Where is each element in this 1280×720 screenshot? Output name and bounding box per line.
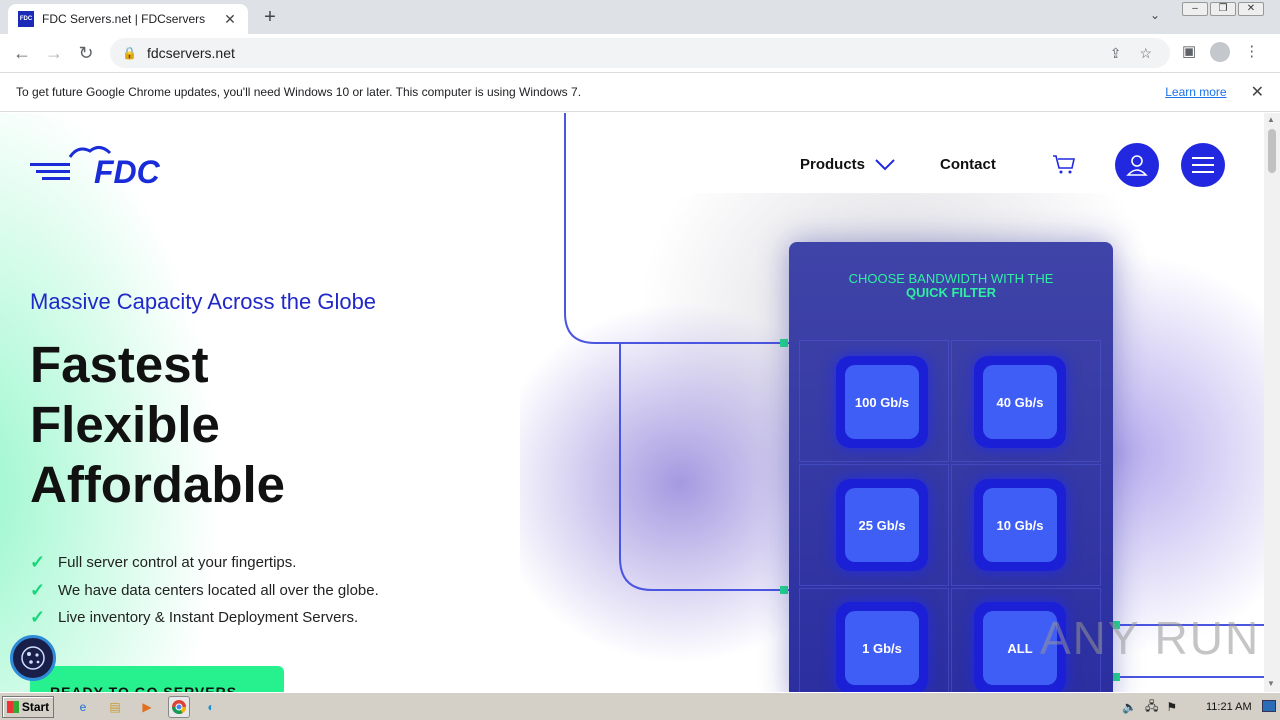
panel-title-line2: QUICK FILTER [905, 285, 997, 300]
anyrun-watermark: ANY RUN [1040, 612, 1261, 664]
panel-title: CHOOSE BANDWIDTH WITH THE QUICK FILTER [789, 272, 1113, 300]
fdc-favicon-icon: FDC [18, 11, 34, 27]
hamburger-menu-icon [1192, 157, 1214, 173]
tab-title: FDC Servers.net | FDCservers [42, 12, 206, 26]
tab-close-icon[interactable]: ✕ [222, 11, 238, 28]
feature-text: Live inventory & Instant Deployment Serv… [58, 609, 359, 627]
headline-line: Fastest [30, 336, 209, 393]
side-panel-icon[interactable]: ▣ [1182, 42, 1196, 62]
bandwidth-option-40[interactable]: 40 Gb/s [974, 356, 1066, 448]
feature-list: ✓ Full server control at your fingertips.… [30, 549, 379, 632]
tab-search-chevron-icon[interactable]: ⌄ [1150, 8, 1160, 22]
internet-explorer-icon[interactable]: e [72, 696, 94, 718]
media-player-icon[interactable]: ▶ [136, 696, 158, 718]
cart-icon[interactable] [1052, 153, 1076, 175]
feature-text: Full server control at your fingertips. [58, 554, 297, 572]
bandwidth-option-1[interactable]: 1 Gb/s [836, 602, 928, 692]
address-bar[interactable]: 🔒 fdcservers.net ⇪ ☆ [110, 38, 1170, 68]
taskbar-apps: e ▤ ▶ ◐ [72, 695, 222, 718]
system-tray: 🔈 🖧 ⚑ [1122, 696, 1177, 718]
windows-taskbar: Start e ▤ ▶ ◐ 🔈 🖧 ⚑ 11:21 AM [0, 692, 1280, 720]
cookie-icon [21, 646, 45, 670]
toolbar-right: ▣ ⋮ [1182, 42, 1259, 62]
start-label: Start [21, 699, 50, 714]
account-button[interactable] [1115, 143, 1159, 187]
file-explorer-icon[interactable]: ▤ [104, 696, 126, 718]
close-window-button[interactable]: ✕ [1238, 2, 1264, 16]
bandwidth-label: 10 Gb/s [983, 488, 1057, 562]
share-icon[interactable]: ⇪ [1110, 45, 1122, 62]
bandwidth-option-25[interactable]: 25 Gb/s [836, 479, 928, 571]
chrome-icon[interactable] [168, 695, 190, 718]
bandwidth-label: 100 Gb/s [845, 365, 919, 439]
chrome-menu-icon[interactable]: ⋮ [1244, 42, 1259, 62]
learn-more-link[interactable]: Learn more [1165, 85, 1226, 99]
url-text: fdcservers.net [146, 45, 235, 61]
nav-products-label: Products [800, 156, 866, 173]
volume-icon[interactable]: 🔈 [1122, 700, 1137, 714]
action-center-flag-icon[interactable]: ⚑ [1166, 700, 1177, 714]
user-icon [1126, 155, 1148, 176]
checkmark-icon: ✓ [30, 579, 46, 600]
restore-window-button[interactable]: ❐ [1210, 2, 1236, 16]
reload-icon[interactable]: ↻ [70, 43, 102, 64]
nav-contact[interactable]: Contact [940, 156, 996, 173]
feature-text: We have data centers located all over th… [58, 581, 379, 599]
browser-tab[interactable]: FDC FDC Servers.net | FDCservers ✕ [8, 4, 248, 34]
clock[interactable]: 11:21 AM [1206, 701, 1252, 713]
hero-tagline: Massive Capacity Across the Globe [30, 289, 377, 314]
window-controls: – ❐ ✕ [1180, 2, 1264, 18]
new-tab-button[interactable]: + [258, 6, 282, 29]
nav-products[interactable]: Products [800, 156, 895, 173]
browser-toolbar: ← → ↻ 🔒 fdcservers.net ⇪ ☆ ▣ ⋮ [0, 34, 1280, 72]
svg-text:FDC: FDC [94, 154, 161, 187]
bookmark-star-icon[interactable]: ☆ [1139, 45, 1152, 62]
ready-to-go-servers-button[interactable]: READY TO GO SERVERS [30, 666, 284, 692]
menu-button[interactable] [1181, 143, 1225, 187]
network-icon[interactable]: 🖧 [1145, 697, 1158, 718]
chevron-down-icon [875, 158, 895, 170]
scroll-up-arrow-icon[interactable]: ▲ [1267, 115, 1275, 124]
back-arrow-icon[interactable]: ← [6, 43, 38, 64]
headline-line: Affordable [30, 456, 285, 513]
headline-line: Flexible [30, 396, 220, 453]
fdc-logo[interactable]: FDC [30, 143, 170, 187]
tab-strip: FDC FDC Servers.net | FDCservers ✕ + ⌄ –… [0, 0, 1280, 34]
checkmark-icon: ✓ [30, 607, 46, 628]
scroll-thumb[interactable] [1268, 129, 1276, 173]
cookie-settings-button[interactable] [10, 635, 56, 681]
list-item: ✓ Live inventory & Instant Deployment Ser… [30, 604, 379, 632]
list-item: ✓ Full server control at your fingertips. [30, 549, 379, 577]
list-item: ✓ We have data centers located all over t… [30, 577, 379, 605]
lock-icon[interactable]: 🔒 [122, 46, 137, 60]
checkmark-icon: ✓ [30, 552, 46, 573]
chrome-logo [172, 699, 186, 714]
start-button[interactable]: Start [2, 695, 54, 718]
update-infobar: To get future Google Chrome updates, you… [0, 72, 1280, 112]
bandwidth-label: 40 Gb/s [983, 365, 1057, 439]
forward-arrow-icon[interactable]: → [38, 43, 70, 64]
bandwidth-label: 25 Gb/s [845, 488, 919, 562]
scroll-down-arrow-icon[interactable]: ▼ [1267, 679, 1275, 688]
page-scrollbar[interactable]: ▲ ▼ [1264, 113, 1280, 692]
show-desktop-icon[interactable] [1262, 700, 1276, 712]
edge-icon[interactable]: ◐ [200, 696, 222, 718]
profile-avatar[interactable] [1210, 42, 1231, 62]
infobar-message: To get future Google Chrome updates, you… [16, 85, 582, 99]
bandwidth-option-10[interactable]: 10 Gb/s [974, 479, 1066, 571]
page-viewport: FDC Products Contact Massive Capacity Ac… [0, 113, 1264, 692]
minimize-window-button[interactable]: – [1182, 2, 1208, 16]
hero-headline: Fastest Flexible Affordable [30, 335, 285, 515]
bandwidth-option-100[interactable]: 100 Gb/s [836, 356, 928, 448]
bandwidth-label: 1 Gb/s [845, 611, 919, 685]
infobar-close-icon[interactable]: ✕ [1251, 82, 1264, 102]
panel-title-line1: CHOOSE BANDWIDTH WITH THE [848, 271, 1054, 286]
windows-flag-icon [6, 700, 19, 713]
